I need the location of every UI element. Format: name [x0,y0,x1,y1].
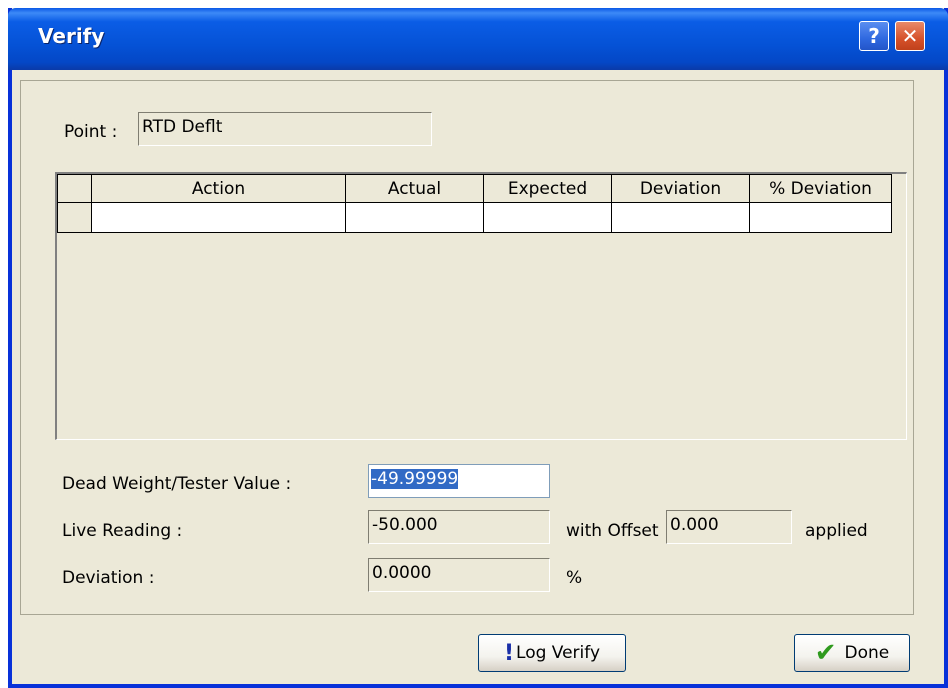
live-reading-label: Live Reading : [62,521,183,541]
exclamation-icon: ! [503,640,515,666]
offset-field: 0.000 [666,510,792,544]
column-header-expected[interactable]: Expected [483,174,612,203]
close-button[interactable]: ✕ [895,21,925,51]
live-reading-field: -50.000 [368,510,550,544]
deviation-label: Deviation : [62,568,155,588]
done-label: Done [844,643,890,663]
table-cell[interactable] [91,202,346,233]
applied-label: applied [805,521,868,541]
help-icon: ? [868,24,880,48]
table-row[interactable] [57,202,892,233]
help-button[interactable]: ? [859,21,889,51]
offset-label: with Offset [566,521,659,541]
column-header-action[interactable]: Action [91,174,346,203]
point-field: RTD Deflt [138,112,432,146]
column-header-pct-deviation[interactable]: % Deviation [749,174,892,203]
deadweight-label: Dead Weight/Tester Value : [62,474,292,494]
column-header-actual[interactable]: Actual [345,174,484,203]
column-header-deviation[interactable]: Deviation [611,174,750,203]
deadweight-value: -49.99999 [371,469,459,489]
table-cell[interactable] [749,202,892,233]
percent-unit: % [566,568,583,588]
verify-table[interactable]: Action Actual Expected Deviation % Devia… [55,172,907,440]
table-cell[interactable] [483,202,612,233]
done-button[interactable]: ✔ Done [794,634,910,672]
log-verify-label: Log Verify [516,643,601,663]
point-label: Point : [64,122,118,142]
table-cell[interactable] [611,202,750,233]
log-verify-button[interactable]: ! Log Verify [478,634,626,672]
deviation-field: 0.0000 [368,558,550,592]
table-corner [57,174,92,203]
window-title: Verify [38,24,105,48]
checkmark-icon: ✔ [814,638,837,668]
close-icon: ✕ [901,24,919,48]
table-cell[interactable] [345,202,484,233]
title-bar[interactable]: Verify ? ✕ [8,8,948,70]
deadweight-input[interactable]: -49.99999 [368,464,550,498]
row-selector[interactable] [57,202,92,233]
